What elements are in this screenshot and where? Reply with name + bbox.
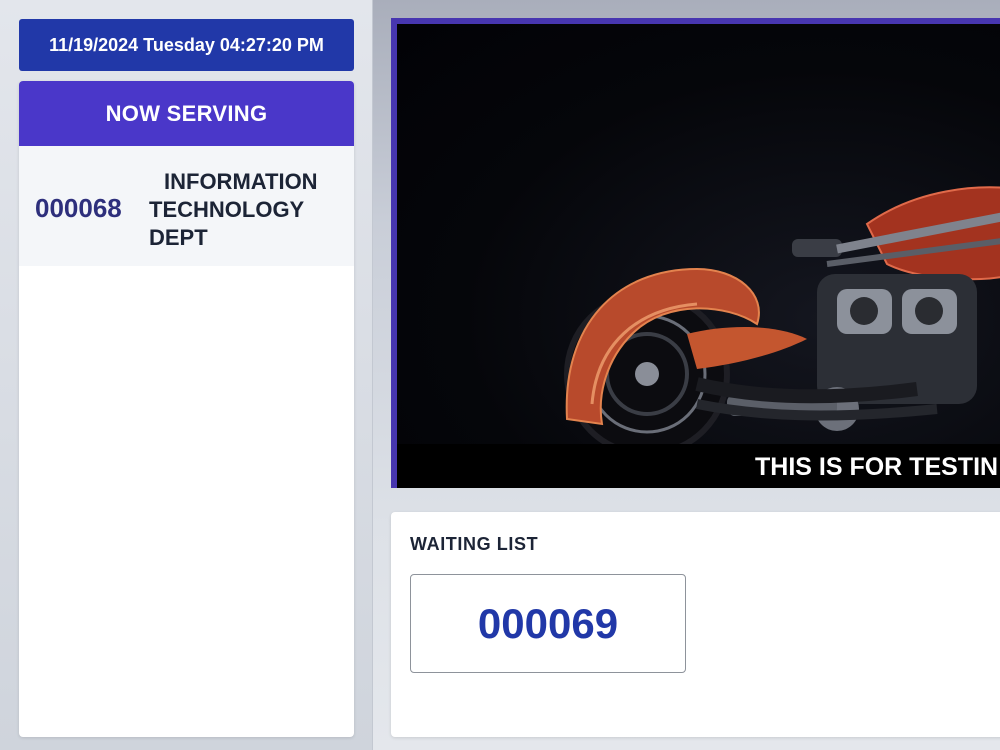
now-serving-panel: NOW SERVING 000068 INFORMATION TECHNOLOG… — [19, 81, 354, 737]
now-serving-title: NOW SERVING — [19, 81, 354, 146]
video-area — [397, 24, 1000, 444]
datetime-display: 11/19/2024 Tuesday 04:27:20 PM — [19, 19, 354, 71]
serving-department: INFORMATION TECHNOLOGY DEPT — [149, 169, 318, 250]
waiting-ticket-card: 000069 — [410, 574, 686, 673]
serving-ticket-number: 000068 — [35, 193, 122, 223]
ticker-text: THIS IS FOR TESTIN — [755, 453, 999, 481]
scrolling-ticker: THIS IS FOR TESTIN — [397, 444, 1000, 488]
media-player[interactable]: THIS IS FOR TESTIN — [391, 18, 1000, 488]
now-serving-row: 000068 INFORMATION TECHNOLOGY DEPT — [19, 146, 354, 266]
waiting-list-title: WAITING LIST — [410, 534, 539, 554]
waiting-list-panel: WAITING LIST 000069 — [391, 512, 1000, 737]
motorcycle-video-frame — [564, 186, 1000, 444]
